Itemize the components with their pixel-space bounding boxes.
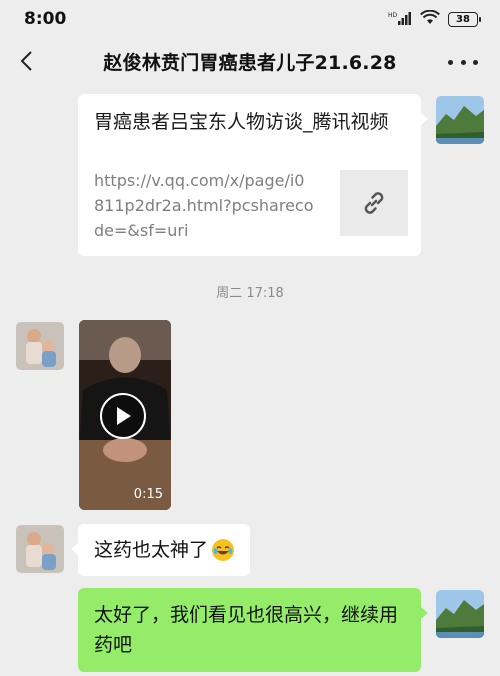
more-icon[interactable]	[448, 50, 478, 74]
nav-bar: 赵俊林贲门胃癌患者儿子21.6.28	[0, 38, 500, 84]
message-bubble-received[interactable]: 这药也太神了	[70, 524, 251, 576]
battery-icon: 38	[448, 11, 481, 27]
avatar-contact[interactable]	[16, 525, 64, 573]
status-time: 8:00	[24, 9, 67, 29]
avatar-self[interactable]	[436, 590, 484, 638]
laughing-emoji-icon	[212, 539, 235, 561]
link-card-title: 胃癌患者吕宝东人物访谈_腾讯视频	[94, 111, 389, 133]
status-bar: 8:00 HD 38	[0, 0, 500, 38]
message-text: 太好了，我们看见也很高兴，继续用药吧	[94, 604, 399, 656]
link-icon	[340, 170, 408, 236]
wifi-icon	[420, 9, 440, 29]
avatar-self[interactable]	[436, 96, 484, 144]
message-text: 这药也太神了	[94, 539, 209, 561]
signal-icon: HD	[388, 10, 412, 29]
status-icons: HD 38	[388, 9, 481, 29]
message-bubble-sent[interactable]: 太好了，我们看见也很高兴，继续用药吧	[78, 588, 428, 672]
link-card-url: https://v.qq.com/x/page/i0811p2dr2a.html…	[94, 171, 314, 240]
video-message[interactable]: 0:15	[79, 320, 171, 510]
avatar-contact[interactable]	[16, 322, 64, 370]
video-duration: 0:15	[133, 487, 163, 502]
svg-text:HD: HD	[388, 12, 398, 19]
time-divider: 周二 17:18	[216, 286, 284, 301]
back-icon[interactable]	[16, 49, 40, 73]
chat-title: 赵俊林贲门胃癌患者儿子21.6.28	[103, 51, 397, 74]
play-icon[interactable]	[100, 393, 146, 439]
link-card-message[interactable]: 胃癌患者吕宝东人物访谈_腾讯视频 https://v.qq.com/x/page…	[78, 94, 428, 256]
